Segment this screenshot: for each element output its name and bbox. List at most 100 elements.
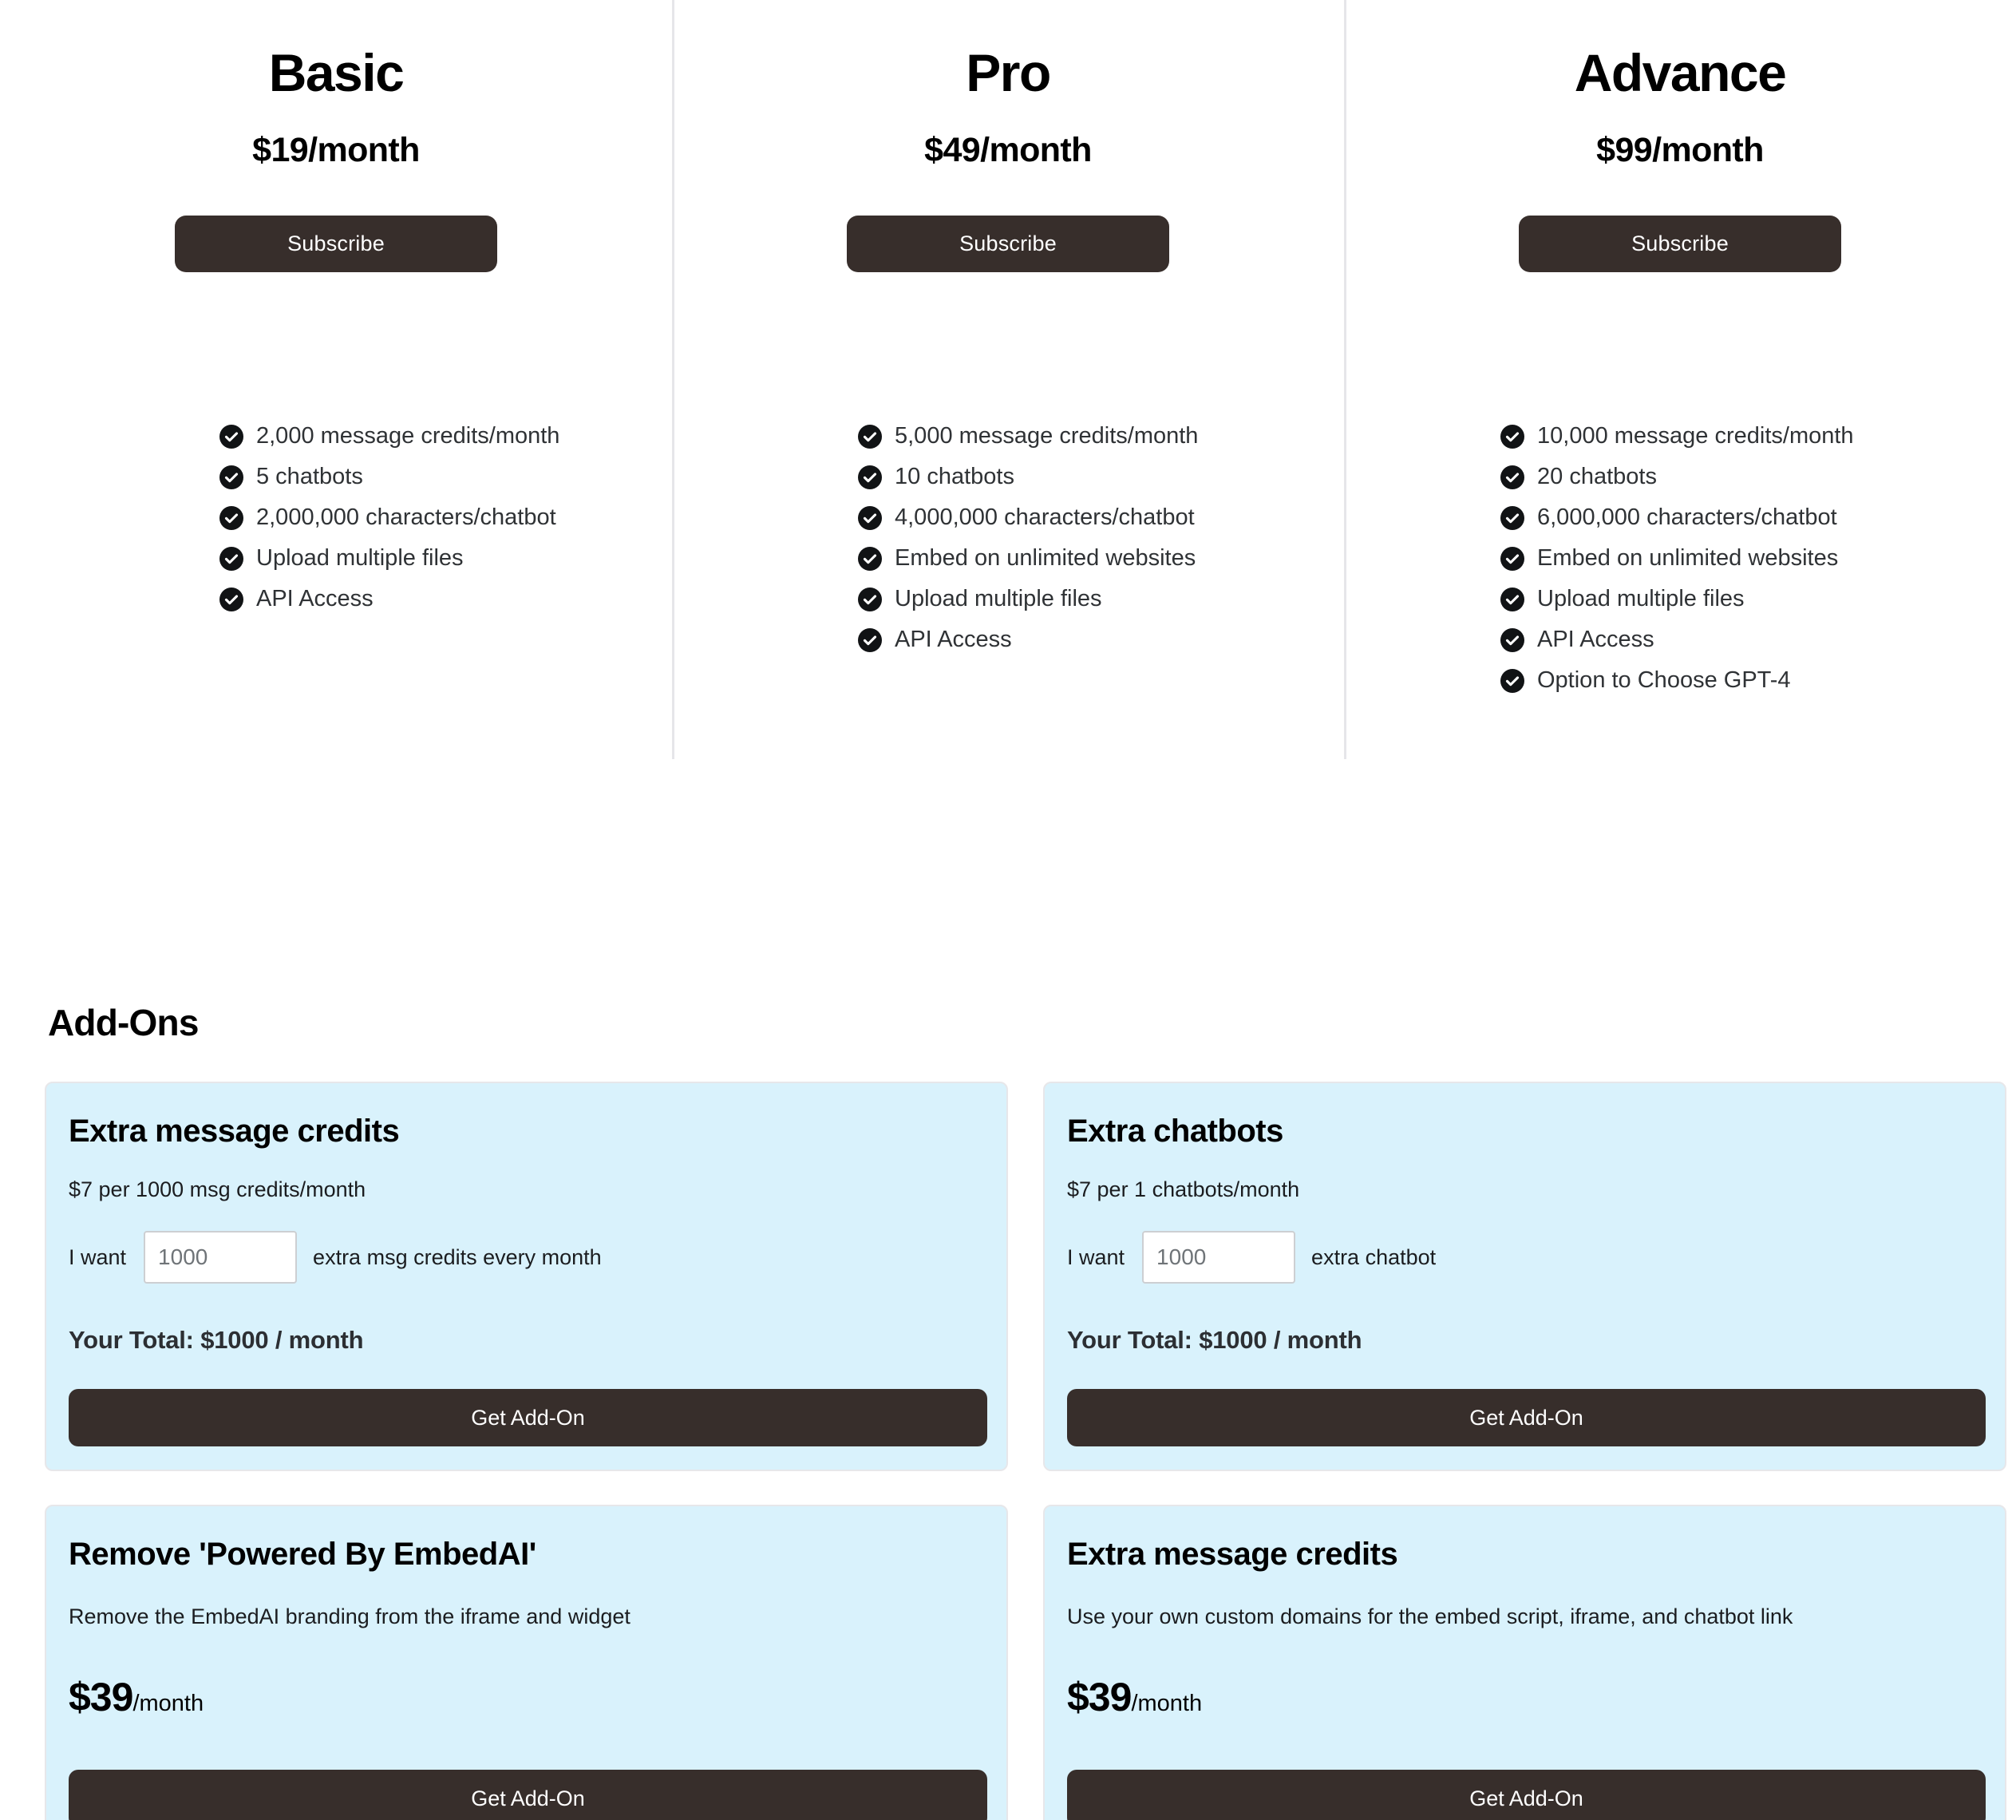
plan-feature-label: Option to Choose GPT-4 [1537,667,1791,693]
plan-feature-label: 6,000,000 characters/chatbot [1537,504,1837,530]
addon-card-remove-branding: Remove 'Powered By EmbedAI' Remove the E… [45,1505,1008,1820]
check-circle-icon [858,546,882,571]
plan-feature-item: API Access [858,619,1344,660]
plan-feature-list-advance: 10,000 message credits/month 20 chatbots… [1344,416,2016,701]
plan-feature-label: 5,000 message credits/month [895,423,1199,449]
addons-grid: Extra message credits $7 per 1000 msg cr… [45,1082,2006,1820]
quantity-suffix-label: extra msg credits every month [313,1244,602,1269]
plan-feature-item: 5,000 message credits/month [858,416,1344,457]
addons-section-title: Add-Ons [48,1002,199,1043]
check-circle-icon [219,424,243,449]
quantity-input[interactable] [1142,1231,1296,1284]
plan-feature-label: 4,000,000 characters/chatbot [895,504,1195,530]
plan-feature-label: Embed on unlimited websites [1537,545,1839,571]
addon-total: Your Total: $1000 / month [69,1326,364,1354]
addon-price: $39/month [69,1674,984,1720]
subscribe-button-pro[interactable]: Subscribe [847,216,1169,272]
quantity-suffix-label: extra chatbot [1311,1244,1437,1269]
plan-feature-item: API Access [219,579,672,619]
plan-feature-list-pro: 5,000 message credits/month 10 chatbots … [672,416,1344,660]
plan-feature-item: 4,000,000 characters/chatbot [858,497,1344,538]
plan-name: Advance [1574,43,1787,102]
check-circle-icon [219,587,243,611]
plan-feature-item: 6,000,000 characters/chatbot [1500,497,2016,538]
check-circle-icon [858,627,882,652]
plan-feature-item: Upload multiple files [1500,579,2016,619]
check-circle-icon [1500,505,1524,530]
get-addon-button[interactable]: Get Add-On [1067,1389,1986,1446]
check-circle-icon [219,465,243,489]
check-circle-icon [1500,587,1524,611]
check-circle-icon [219,505,243,530]
plan-feature-label: 2,000 message credits/month [256,423,560,449]
plan-feature-label: Embed on unlimited websites [895,545,1196,571]
check-circle-icon [1500,424,1524,449]
quantity-input[interactable] [144,1231,298,1284]
subscribe-row: Subscribe [0,216,672,272]
addon-title: Extra message credits [1067,1537,1398,1572]
addon-rate: $7 per 1000 msg credits/month [69,1177,366,1201]
plan-card-pro: Pro $49/month Subscribe 5,000 message cr… [672,0,1344,770]
check-circle-icon [858,465,882,489]
quantity-prefix-label: I want [1067,1244,1125,1269]
addon-description: Remove the EmbedAI branding from the ifr… [69,1604,630,1628]
addon-description: Use your own custom domains for the embe… [1067,1604,1793,1628]
quantity-prefix-label: I want [69,1244,127,1269]
get-addon-button[interactable]: Get Add-On [69,1770,987,1820]
check-circle-icon [219,546,243,571]
addon-price-amount: $39 [69,1675,133,1719]
plan-feature-item: 2,000,000 characters/chatbot [219,497,672,538]
plan-feature-label: API Access [256,586,374,611]
plan-feature-item: Upload multiple files [858,579,1344,619]
addon-total: Your Total: $1000 / month [1067,1326,1362,1354]
addon-title: Remove 'Powered By EmbedAI' [69,1537,536,1572]
addon-card-custom-domains: Extra message credits Use your own custo… [1043,1505,2006,1820]
plan-feature-item: Embed on unlimited websites [1500,538,2016,579]
plan-feature-label: 10 chatbots [895,464,1014,489]
plan-feature-item: Option to Choose GPT-4 [1500,660,2016,701]
plan-feature-item: 20 chatbots [1500,457,2016,497]
plan-feature-label: 5 chatbots [256,464,363,489]
subscribe-button-advance[interactable]: Subscribe [1519,216,1841,272]
plan-feature-label: 10,000 message credits/month [1537,423,1854,449]
check-circle-icon [1500,627,1524,652]
addon-card-extra-message-credits: Extra message credits $7 per 1000 msg cr… [45,1082,1008,1471]
addon-title: Extra message credits [69,1114,400,1149]
check-circle-icon [858,505,882,530]
plan-price: $19/month [252,131,420,169]
get-addon-button[interactable]: Get Add-On [1067,1770,1986,1820]
subscribe-button-basic[interactable]: Subscribe [175,216,497,272]
check-circle-icon [858,587,882,611]
pricing-page: Basic $19/month Subscribe 2,000 message … [0,0,2016,1820]
plan-feature-item: 2,000 message credits/month [219,416,672,457]
check-circle-icon [1500,465,1524,489]
subscribe-row: Subscribe [672,216,1344,272]
plan-feature-label: Upload multiple files [256,545,464,571]
plan-card-advance: Advance $99/month Subscribe 10,000 messa… [1344,0,2016,770]
plan-price: $99/month [1596,131,1764,169]
plan-comparison: Basic $19/month Subscribe 2,000 message … [0,0,2016,770]
plan-card-basic: Basic $19/month Subscribe 2,000 message … [0,0,672,770]
subscribe-row: Subscribe [1344,216,2016,272]
plan-name: Pro [966,43,1051,102]
plan-feature-label: 20 chatbots [1537,464,1657,489]
plan-feature-label: API Access [1537,627,1654,652]
addon-rate: $7 per 1 chatbots/month [1067,1177,1300,1201]
check-circle-icon [858,424,882,449]
get-addon-button[interactable]: Get Add-On [69,1389,987,1446]
plan-feature-item: API Access [1500,619,2016,660]
addon-quantity-row: I want extra msg credits every month [69,1231,984,1284]
plan-feature-item: 10,000 message credits/month [1500,416,2016,457]
plan-feature-item: 5 chatbots [219,457,672,497]
addon-price-amount: $39 [1067,1675,1132,1719]
addon-quantity-row: I want extra chatbot [1067,1231,1982,1284]
plan-feature-item: Upload multiple files [219,538,672,579]
addon-price-period: /month [132,1691,204,1716]
plan-price: $49/month [924,131,1092,169]
plan-feature-item: 10 chatbots [858,457,1344,497]
plan-feature-item: Embed on unlimited websites [858,538,1344,579]
plan-feature-label: API Access [895,627,1012,652]
addon-price: $39/month [1067,1674,1982,1720]
plan-name: Basic [268,43,405,102]
check-circle-icon [1500,546,1524,571]
